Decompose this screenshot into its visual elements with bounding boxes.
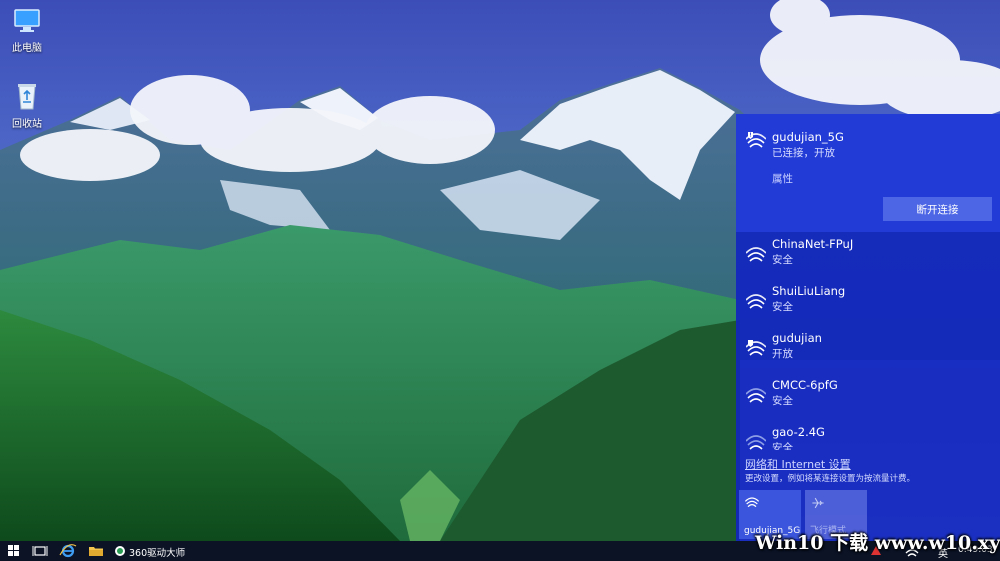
connected-network-status: 已连接，开放 <box>772 147 835 159</box>
folder-icon <box>89 547 103 556</box>
taskbar-app-label: 360驱动大师 <box>129 548 186 559</box>
network-name: ChinaNet-FPuJ <box>772 237 854 251</box>
wifi-weak-icon <box>746 435 766 450</box>
connected-network-panel[interactable]: ! gudujian_5G 已连接，开放 属性 断开连接 <box>736 114 1000 232</box>
network-item-shuiliuliang[interactable]: ShuiLiuLiang 安全 <box>736 279 1000 325</box>
task-view-button[interactable] <box>28 541 52 561</box>
wifi-open-icon: ! <box>746 132 766 148</box>
properties-link[interactable]: 属性 <box>772 171 793 186</box>
network-name: ShuiLiuLiang <box>772 284 846 298</box>
network-status: 安全 <box>772 254 793 266</box>
connected-network-name: gudujian_5G <box>772 130 844 144</box>
network-item-gudujian[interactable]: gudujian 开放 <box>736 326 1000 372</box>
network-name: gudujian <box>772 331 822 345</box>
computer-icon <box>14 9 40 32</box>
recycle-bin-icon <box>18 84 36 110</box>
taskbar-app-360-driver[interactable]: 360驱动大师 <box>110 541 190 561</box>
wifi-secured-icon <box>746 294 766 309</box>
network-item-chinanet-fpuj[interactable]: ChinaNet-FPuJ 安全 <box>736 232 1000 278</box>
internet-explorer-icon <box>59 544 77 558</box>
network-item-cmcc-6pfg[interactable]: CMCC-6pfG 安全 <box>736 373 1000 419</box>
network-settings-link[interactable]: 网络和 Internet 设置 <box>745 456 851 472</box>
network-status: 开放 <box>772 348 793 360</box>
network-settings-description: 更改设置，例如将某连接设置为按流量计费。 <box>745 474 916 484</box>
network-name: CMCC-6pfG <box>772 378 838 392</box>
start-button[interactable] <box>0 541 28 561</box>
desktop-icon-label: 此电脑 <box>12 43 42 54</box>
wifi-open-icon <box>746 340 766 356</box>
network-status: 安全 <box>772 442 793 450</box>
internet-explorer-button[interactable] <box>56 541 80 561</box>
network-item-gao-2-4g[interactable]: gao-2.4G 安全 <box>736 420 1000 450</box>
file-explorer-button[interactable] <box>84 541 108 561</box>
network-name: gao-2.4G <box>772 425 825 439</box>
network-list: ChinaNet-FPuJ 安全 ShuiLiuLiang 安全 gudujia… <box>736 232 1000 450</box>
360-driver-icon <box>115 546 125 556</box>
task-view-icon <box>32 546 48 556</box>
wifi-icon <box>745 497 759 508</box>
watermark: Win10 下载 www.w10.xyz <box>755 532 1000 554</box>
network-status: 安全 <box>772 301 793 313</box>
airplane-icon <box>812 497 824 509</box>
wifi-weak-icon <box>746 388 766 403</box>
desktop-icon-recycle-bin[interactable]: 回收站 <box>0 80 54 130</box>
desktop-icon-this-pc[interactable]: 此电脑 <box>0 6 54 54</box>
network-status: 安全 <box>772 395 793 407</box>
windows-logo-icon <box>8 545 19 556</box>
disconnect-button[interactable]: 断开连接 <box>883 197 992 221</box>
network-flyout: ! gudujian_5G 已连接，开放 属性 断开连接 ChinaNet-FP… <box>736 114 1000 541</box>
svg-text:!: ! <box>749 132 751 138</box>
desktop-icon-label: 回收站 <box>12 119 42 130</box>
wifi-secured-icon <box>746 247 766 262</box>
